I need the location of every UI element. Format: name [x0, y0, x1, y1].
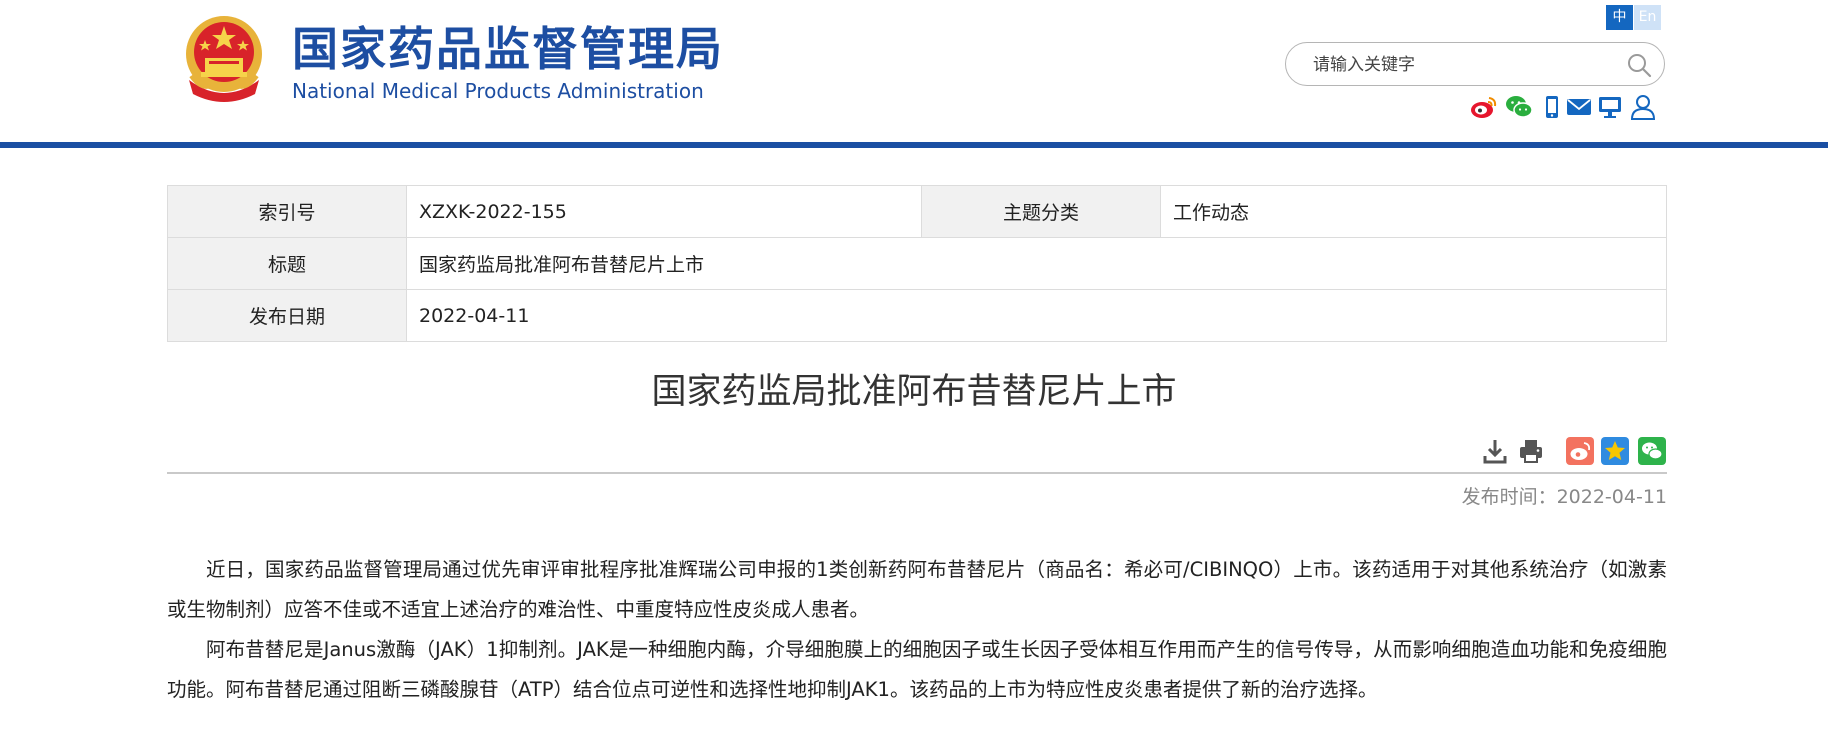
site-name-cn[interactable]: 国家药品监督管理局: [292, 20, 724, 78]
article-paragraph: 近日，国家药品监督管理局通过优先审评审批程序批准辉瑞公司申报的1类创新药阿布昔替…: [167, 558, 1667, 621]
article-title: 国家药监局批准阿布昔替尼片上市: [651, 372, 1177, 412]
share-weibo-icon[interactable]: [1566, 437, 1594, 465]
print-icon[interactable]: [1517, 437, 1545, 465]
search-icon[interactable]: [1626, 52, 1652, 78]
site-name-en[interactable]: National Medical Products Administration: [292, 78, 704, 104]
search-input[interactable]: [1311, 51, 1615, 79]
weibo-icon[interactable]: [1470, 94, 1498, 120]
favorite-star-icon[interactable]: [1601, 437, 1629, 465]
publish-time: 发布时间：2022-04-11: [1100, 483, 1667, 511]
user-icon[interactable]: [1629, 94, 1657, 120]
publish-time-label: 发布时间：: [1461, 486, 1557, 508]
date-label: 发布日期: [167, 289, 407, 342]
topic-value: 工作动态: [1160, 185, 1667, 238]
monitor-icon[interactable]: [1596, 94, 1624, 120]
national-emblem-logo[interactable]: [181, 14, 267, 104]
lang-english-button[interactable]: En: [1634, 5, 1661, 30]
lang-chinese-button[interactable]: 中: [1606, 5, 1633, 30]
date-value: 2022-04-11: [406, 289, 1667, 342]
mail-icon[interactable]: [1565, 94, 1593, 120]
index-value: XZXK-2022-155: [406, 185, 922, 238]
table-row: 发布日期 2022-04-11: [167, 289, 1667, 342]
publish-time-value: 2022-04-11: [1556, 486, 1667, 508]
search-box: [1285, 42, 1665, 86]
share-wechat-icon[interactable]: [1638, 437, 1666, 465]
document-info-table: 索引号 XZXK-2022-155 主题分类 工作动态 标题 国家药监局批准阿布…: [167, 185, 1667, 342]
wechat-icon[interactable]: [1505, 94, 1533, 120]
download-icon[interactable]: [1481, 437, 1509, 465]
site-header: 国家药品监督管理局 National Medical Products Admi…: [0, 0, 1828, 143]
topic-label: 主题分类: [921, 185, 1161, 238]
mobile-icon[interactable]: [1538, 94, 1566, 120]
article-body: 近日，国家药品监督管理局通过优先审评审批程序批准辉瑞公司申报的1类创新药阿布昔替…: [167, 550, 1667, 710]
title-divider: [167, 472, 1667, 474]
header-divider-bar: [0, 142, 1828, 148]
table-row: 标题 国家药监局批准阿布昔替尼片上市: [167, 237, 1667, 290]
article-paragraph: 阿布昔替尼是Janus激酶（JAK）1抑制剂。JAK是一种细胞内酶，介导细胞膜上…: [167, 638, 1667, 701]
title-value: 国家药监局批准阿布昔替尼片上市: [406, 237, 1667, 290]
table-row: 索引号 XZXK-2022-155 主题分类 工作动态: [167, 185, 1667, 238]
index-label: 索引号: [167, 185, 407, 238]
title-label: 标题: [167, 237, 407, 290]
